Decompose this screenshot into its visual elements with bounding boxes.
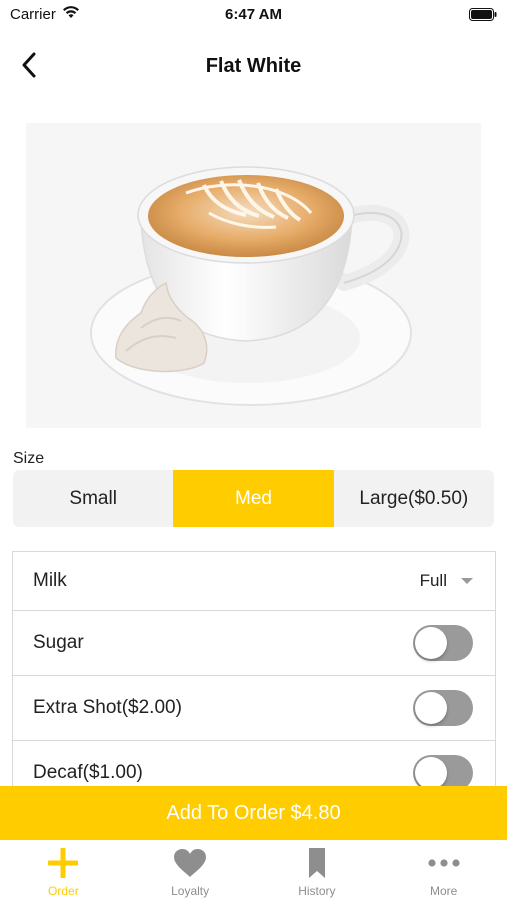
sugar-label: Sugar xyxy=(33,632,84,653)
battery-icon xyxy=(469,8,497,21)
tab-order[interactable]: Order xyxy=(0,840,127,900)
size-segmented-control: Small Med Large($0.50) xyxy=(13,470,494,527)
nav-bar: Flat White xyxy=(0,38,507,94)
bookmark-icon xyxy=(300,846,334,880)
milk-select[interactable]: Full xyxy=(420,571,473,591)
toggle-knob xyxy=(415,757,447,789)
milk-row: Milk Full xyxy=(13,552,495,611)
extra-shot-row: Extra Shot($2.00) xyxy=(13,676,495,741)
toggle-knob xyxy=(415,627,447,659)
plus-icon xyxy=(46,846,80,880)
sugar-row: Sugar xyxy=(13,611,495,676)
extra-shot-label: Extra Shot($2.00) xyxy=(33,697,182,718)
more-icon xyxy=(427,846,461,880)
extra-shot-toggle[interactable] xyxy=(413,690,473,726)
tab-more[interactable]: More xyxy=(380,840,507,900)
options-list: Milk Full Sugar Extra Shot($2.00) Decaf(… xyxy=(12,551,496,806)
size-option-large[interactable]: Large($0.50) xyxy=(334,470,494,527)
status-time: 6:47 AM xyxy=(225,6,282,23)
add-to-order-button[interactable]: Add To Order $4.80 xyxy=(0,786,507,840)
sugar-toggle[interactable] xyxy=(413,625,473,661)
tab-more-label: More xyxy=(429,884,458,898)
tab-loyalty[interactable]: Loyalty xyxy=(127,840,254,900)
milk-label: Milk xyxy=(33,570,67,591)
tab-bar: Order Loyalty History More xyxy=(0,840,507,900)
page-title: Flat White xyxy=(205,55,302,77)
toggle-knob xyxy=(415,692,447,724)
size-label: Size xyxy=(13,450,45,467)
coffee-cup-image xyxy=(90,166,412,406)
heart-icon xyxy=(173,846,207,880)
tab-history[interactable]: History xyxy=(254,840,381,900)
decaf-label: Decaf($1.00) xyxy=(33,762,143,783)
milk-value: Full xyxy=(419,571,447,590)
tab-order-label: Order xyxy=(48,884,79,898)
size-option-med[interactable]: Med xyxy=(173,470,334,527)
status-bar: Carrier 6:47 AM xyxy=(0,0,507,30)
chevron-down-icon xyxy=(461,578,473,584)
tab-loyalty-label: Loyalty xyxy=(171,884,210,898)
tab-history-label: History xyxy=(298,884,336,898)
size-option-small[interactable]: Small xyxy=(13,470,173,527)
product-image xyxy=(26,123,481,428)
